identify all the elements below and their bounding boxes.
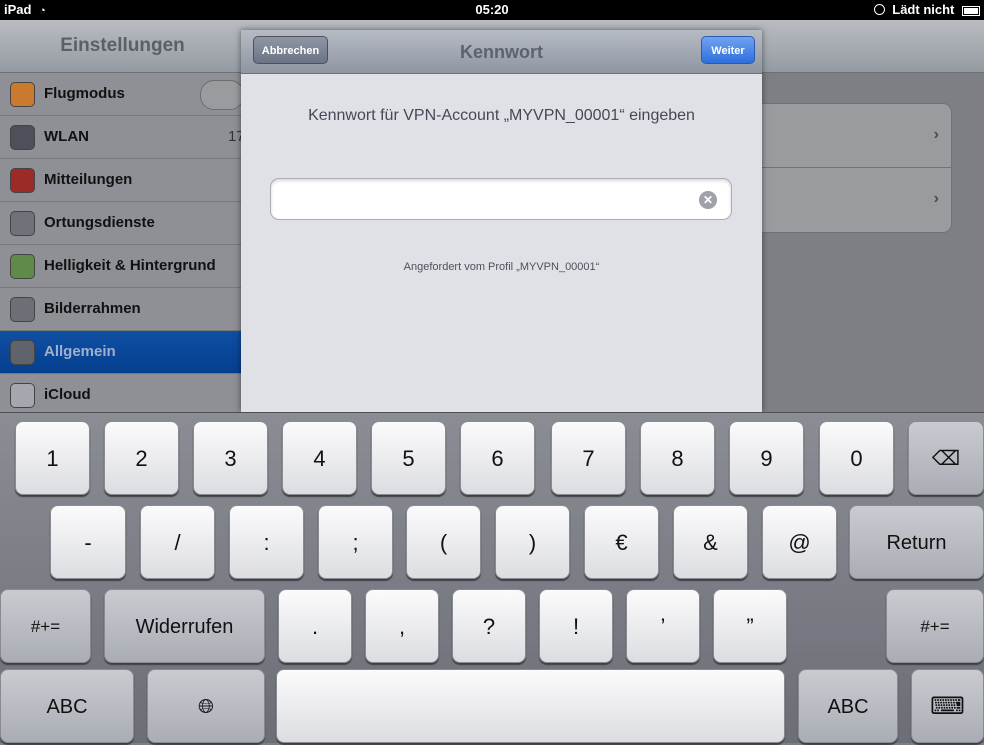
- abc-key-left[interactable]: ABC: [0, 669, 134, 743]
- group-divider: [746, 167, 951, 168]
- next-button[interactable]: Weiter: [701, 36, 755, 64]
- clear-icon[interactable]: ✕: [699, 191, 717, 209]
- key-1[interactable]: 1: [15, 421, 90, 495]
- sidebar-item-label: Helligkeit & Hintergrund: [44, 257, 216, 274]
- status-time: 05:20: [475, 2, 509, 17]
- sidebar-item-wlan[interactable]: WLAN 17: [0, 116, 245, 159]
- charging-status: Lädt nicht: [892, 2, 955, 17]
- chevron-right-icon[interactable]: ›: [934, 126, 939, 144]
- sidebar-item-flugmodus[interactable]: Flugmodus: [0, 73, 245, 116]
- key-euro[interactable]: €: [584, 505, 659, 579]
- key-6[interactable]: 6: [460, 421, 535, 495]
- key-2[interactable]: 2: [104, 421, 179, 495]
- settings-title: Einstellungen: [60, 35, 185, 56]
- key-hyphen[interactable]: -: [50, 505, 126, 579]
- key-question[interactable]: ?: [452, 589, 526, 663]
- sidebar-item-bilderrahmen[interactable]: Bilderrahmen: [0, 288, 245, 331]
- status-bar: iPad ◔ 05:20 Lädt nicht: [0, 0, 984, 20]
- key-8[interactable]: 8: [640, 421, 715, 495]
- key-3[interactable]: 3: [193, 421, 268, 495]
- cloud-icon: [10, 383, 35, 408]
- flower-icon: [10, 254, 35, 279]
- sidebar-item-label: Ortungsdienste: [44, 214, 155, 231]
- wifi-icon: [10, 125, 35, 150]
- undo-key[interactable]: Widerrufen: [104, 589, 265, 663]
- shift-symbols-key-left[interactable]: #+=: [0, 589, 91, 663]
- dialog-footer: Angefordert vom Profil „MYVPN_00001“: [403, 261, 600, 273]
- detail-group: › ›: [745, 103, 952, 233]
- settings-sidebar: Flugmodus WLAN 17 Mitteilungen Ortungsdi…: [0, 73, 245, 417]
- key-at[interactable]: @: [762, 505, 837, 579]
- key-double-quote[interactable]: ”: [713, 589, 787, 663]
- airplane-mode-toggle[interactable]: [200, 80, 244, 110]
- key-apostrophe[interactable]: ’: [626, 589, 700, 663]
- status-right: Lädt nicht: [873, 2, 980, 17]
- chevron-right-icon[interactable]: ›: [934, 190, 939, 208]
- sidebar-item-mitteilungen[interactable]: Mitteilungen: [0, 159, 245, 202]
- abc-key-right[interactable]: ABC: [798, 669, 898, 743]
- key-semicolon[interactable]: ;: [318, 505, 393, 579]
- dialog-nav-bar: Abbrechen Kennwort Weiter: [241, 30, 762, 74]
- sidebar-item-label: Mitteilungen: [44, 171, 133, 188]
- battery-icon: [962, 5, 980, 16]
- delete-icon: ⌫: [931, 448, 961, 470]
- sidebar-item-allgemein[interactable]: Allgemein: [0, 331, 245, 374]
- key-comma[interactable]: ,: [365, 589, 439, 663]
- key-open-paren[interactable]: (: [406, 505, 481, 579]
- sidebar-item-label: iCloud: [44, 386, 91, 403]
- sidebar-item-helligkeit[interactable]: Helligkeit & Hintergrund: [0, 245, 245, 288]
- rotation-lock-icon: [873, 4, 885, 15]
- globe-key[interactable]: 🌐︎: [147, 669, 265, 743]
- password-field[interactable]: ✕: [270, 178, 732, 220]
- dialog-title: Kennwort: [460, 42, 543, 62]
- password-dialog: Abbrechen Kennwort Weiter Kennwort für V…: [241, 30, 762, 412]
- keyboard: 1 2 3 4 5 6 7 8 9 0 ⌫ - / : ; ( ) € & @ …: [0, 412, 984, 743]
- key-slash[interactable]: /: [140, 505, 215, 579]
- key-5[interactable]: 5: [371, 421, 446, 495]
- key-close-paren[interactable]: ): [495, 505, 570, 579]
- picture-frame-icon: [10, 297, 35, 322]
- globe-icon: 🌐︎: [198, 696, 214, 718]
- hide-keyboard-icon: ⌨: [930, 693, 965, 720]
- key-9[interactable]: 9: [729, 421, 804, 495]
- sidebar-item-label: Flugmodus: [44, 85, 125, 102]
- sidebar-item-label: WLAN: [44, 128, 89, 145]
- return-key[interactable]: Return: [849, 505, 984, 579]
- key-7[interactable]: 7: [551, 421, 626, 495]
- key-ampersand[interactable]: &: [673, 505, 748, 579]
- sidebar-item-icloud[interactable]: iCloud: [0, 374, 245, 417]
- settings-header: Einstellungen: [0, 20, 245, 73]
- location-icon: [10, 211, 35, 236]
- hide-keyboard-key[interactable]: ⌨: [911, 669, 984, 743]
- sidebar-item-label: Allgemein: [44, 343, 116, 360]
- sidebar-item-ortungsdienste[interactable]: Ortungsdienste: [0, 202, 245, 245]
- space-key[interactable]: [276, 669, 785, 743]
- key-4[interactable]: 4: [282, 421, 357, 495]
- backspace-key[interactable]: ⌫: [908, 421, 984, 495]
- key-exclamation[interactable]: !: [539, 589, 613, 663]
- key-colon[interactable]: :: [229, 505, 304, 579]
- notifications-icon: [10, 168, 35, 193]
- shift-symbols-key-right[interactable]: #+=: [886, 589, 984, 663]
- key-period[interactable]: .: [278, 589, 352, 663]
- dialog-prompt: Kennwort für VPN-Account „MYVPN_00001“ e…: [308, 107, 695, 124]
- airplane-icon: [10, 82, 35, 107]
- key-0[interactable]: 0: [819, 421, 894, 495]
- sidebar-item-label: Bilderrahmen: [44, 300, 141, 317]
- gear-icon: [10, 340, 35, 365]
